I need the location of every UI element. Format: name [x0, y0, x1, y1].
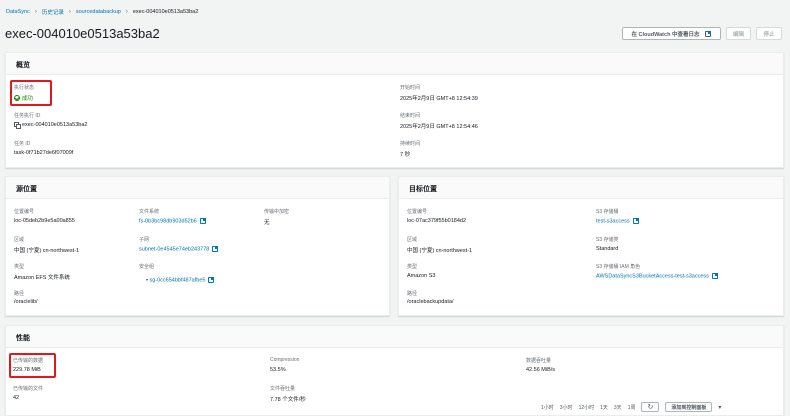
range-3d[interactable]: 3天	[614, 404, 622, 411]
source-region-label: 区域	[14, 237, 25, 243]
source-region-value: 中国 (宁夏) cn-northwest-1	[14, 248, 80, 254]
dest-region-value: 中国 (宁夏) cn-northwest-1	[407, 248, 473, 254]
storage-class-label: S3 存储类	[596, 237, 619, 243]
dest-type-value: Amazon S3	[407, 273, 436, 279]
copy-icon[interactable]	[14, 122, 21, 130]
task-id-link[interactable]: task-0f71b27de6f07009f	[14, 150, 73, 156]
success-check-icon	[14, 95, 20, 101]
exec-id-value: exec-004010e0513a53ba2	[14, 122, 88, 130]
exec-id-text: exec-004010e0513a53ba2	[22, 122, 88, 128]
source-loc-id-label: 位置编号	[14, 209, 35, 215]
cloudwatch-logs-label: 在 CloudWatch 中查看日志	[631, 31, 700, 38]
source-path-value: /oraclelib/	[14, 299, 38, 305]
data-transferred-label: 已传输的数据	[13, 358, 44, 364]
data-transferred-value: 229.78 MiB	[13, 367, 41, 373]
time-range-bar: 1小时 3小时 12小时 1天 3天 1周 ↻ 添加到控制面板 ▾	[541, 402, 721, 412]
source-loc-id-link[interactable]: loc-05deb2b9e5a00a855	[14, 218, 75, 224]
breadcrumb-task[interactable]: sourcedatabackup	[76, 9, 121, 15]
status-badge: 成功	[14, 94, 33, 102]
data-throughput-label: 数据吞吐量	[526, 358, 552, 364]
dropdown-icon[interactable]: ▾	[718, 404, 721, 411]
end-time-value: 2025年2月9日 GMT+8 12:54:46	[400, 124, 478, 130]
source-type-value: Amazon EFS 文件系统	[14, 275, 70, 281]
file-system-link[interactable]: fs-0b3bc98db903d52b6	[139, 218, 197, 224]
security-group-label: 安全组	[139, 264, 155, 270]
source-title: 源位置	[16, 186, 37, 193]
end-time-label: 结束时间	[400, 113, 421, 119]
dest-loc-id-label: 位置编号	[407, 209, 428, 215]
performance-title: 性能	[16, 335, 30, 342]
file-throughput-value: 7.78 个文件/秒	[270, 397, 306, 403]
encryption-value: 无	[264, 220, 270, 226]
duration-label: 持续时间	[400, 141, 421, 147]
destination-title: 目标位置	[409, 186, 437, 193]
dest-path-value: /oraclebackupdata/	[407, 299, 454, 305]
external-link-icon[interactable]	[711, 273, 718, 279]
chevron-right-icon: ›	[34, 9, 37, 15]
edit-button[interactable]: 编辑	[726, 27, 751, 40]
external-link-icon[interactable]	[199, 218, 206, 224]
security-group-value: • sg-0cc654bbf487afbe5	[146, 277, 215, 284]
breadcrumb-current: exec-004010e0513a53ba2	[132, 9, 199, 15]
breadcrumb: DataSync › 历史记录 › sourcedatabackup › exe…	[6, 8, 198, 16]
status-value: 成功	[22, 96, 34, 102]
compression-label: Compression	[270, 357, 300, 363]
subnet-value: subnet-0e4545e74eb243778	[139, 246, 219, 252]
file-throughput-label: 文件吞吐量	[270, 386, 296, 392]
security-group-link[interactable]: sg-0cc654bbf487afbe5	[149, 277, 205, 283]
range-12h[interactable]: 12小时	[579, 404, 595, 411]
add-to-dashboard-button[interactable]: 添加到控制面板	[665, 402, 713, 412]
overview-title: 概览	[16, 62, 30, 69]
files-transferred-label: 已传输的文件	[13, 386, 44, 392]
bucket-link[interactable]: test-s3access	[596, 218, 630, 224]
source-type-label: 类型	[14, 264, 25, 270]
duration-value: 7 秒	[400, 152, 411, 158]
bucket-value: test-s3access	[596, 218, 639, 224]
external-link-icon[interactable]	[208, 277, 215, 283]
chevron-right-icon: ›	[125, 9, 128, 15]
source-path-label: 路径	[14, 291, 25, 297]
task-id-label: 任务 ID	[14, 141, 31, 147]
subnet-label: 子网	[139, 237, 150, 243]
refresh-icon: ↻	[647, 404, 654, 411]
data-throughput-value: 42.56 MiB/s	[526, 367, 556, 373]
dest-region-label: 区域	[407, 237, 418, 243]
iam-role-label: S3 存储桶 IAM 角色	[596, 264, 641, 270]
breadcrumb-datasync[interactable]: DataSync	[6, 9, 30, 15]
range-1d[interactable]: 1天	[600, 404, 608, 411]
file-system-label: 文件系统	[139, 209, 160, 215]
dest-loc-id-link[interactable]: loc-07ac379f55b0184d2	[407, 218, 466, 224]
external-link-icon[interactable]	[632, 218, 639, 224]
dest-path-label: 路径	[407, 291, 418, 297]
storage-class-value: Standard	[596, 246, 619, 252]
iam-role-value: AWSDataSyncS3BucketAccess-test-s3access	[596, 273, 718, 279]
stop-button[interactable]: 停止	[756, 27, 782, 40]
cloudwatch-logs-button[interactable]: 在 CloudWatch 中查看日志	[622, 27, 721, 40]
start-time-label: 开始时间	[400, 85, 421, 91]
breadcrumb-history[interactable]: 历史记录	[42, 8, 64, 16]
exec-id-label: 任务执行 ID	[14, 113, 41, 119]
destination-location-panel: 目标位置 位置编号 loc-07ac379f55b0184d2 区域 中国 (宁…	[398, 176, 784, 316]
chevron-right-icon: ›	[68, 9, 71, 15]
iam-role-link[interactable]: AWSDataSyncS3BucketAccess-test-s3access	[596, 273, 709, 279]
page-title: exec-004010e0513a53ba2	[5, 26, 160, 41]
refresh-button[interactable]: ↻	[641, 402, 660, 412]
external-link-icon[interactable]	[212, 246, 219, 252]
bullet-icon: •	[146, 277, 148, 284]
overview-panel: 概览 执行状态 成功 任务执行 ID exec-004010e0513a53ba…	[5, 52, 784, 168]
file-system-value: fs-0b3bc98db903d52b6	[139, 218, 206, 224]
status-label: 执行状态	[14, 85, 35, 91]
subnet-link[interactable]: subnet-0e4545e74eb243778	[139, 246, 209, 252]
range-3h[interactable]: 3小时	[560, 404, 573, 411]
files-transferred-value: 42	[13, 395, 20, 401]
encryption-label: 传输中加密	[264, 209, 290, 215]
compression-value: 53.5%	[270, 367, 286, 373]
source-location-panel: 源位置 位置编号 loc-05deb2b9e5a00a855 区域 中国 (宁夏…	[5, 176, 390, 316]
dest-type-label: 类型	[407, 264, 418, 270]
start-time-value: 2025年2月9日 GMT+8 12:54:39	[400, 96, 478, 102]
external-link-icon	[705, 30, 712, 37]
range-1w[interactable]: 1周	[628, 404, 636, 411]
range-1h[interactable]: 1小时	[541, 404, 554, 411]
bucket-label: S3 存储桶	[596, 209, 619, 215]
